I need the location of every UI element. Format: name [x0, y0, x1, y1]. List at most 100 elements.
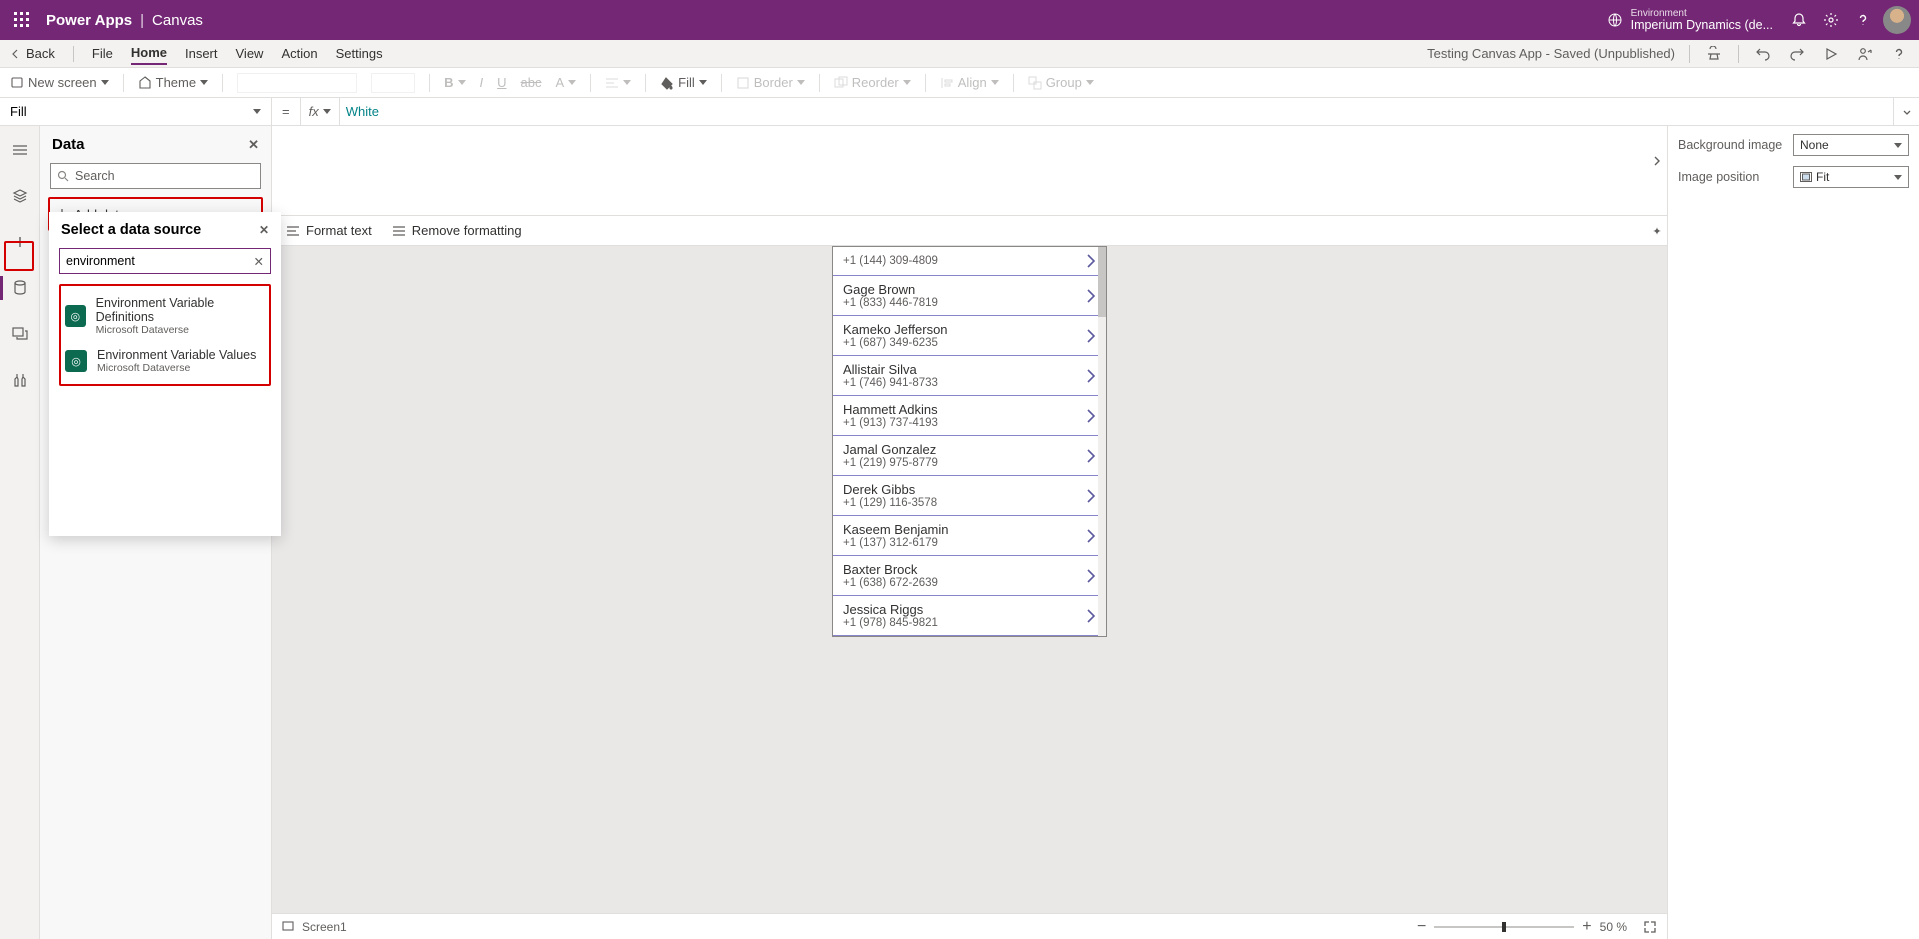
- contact-name: Baxter Brock: [843, 562, 1086, 577]
- formula-input[interactable]: White: [340, 98, 1893, 125]
- rail-tools-icon[interactable]: [6, 366, 34, 394]
- contact-row[interactable]: Jamal Gonzalez+1 (219) 975-8779: [833, 436, 1106, 476]
- contact-row[interactable]: Baxter Brock+1 (638) 672-2639: [833, 556, 1106, 596]
- rail-layers-icon[interactable]: [6, 182, 34, 210]
- chevron-right-icon: [1086, 288, 1096, 304]
- property-selector[interactable]: Fill: [0, 98, 272, 125]
- contact-row[interactable]: Gage Brown+1 (833) 446-7819: [833, 276, 1106, 316]
- chevron-right-icon: [1086, 328, 1096, 344]
- contact-name: Allistair Silva: [843, 362, 1086, 377]
- chevron-right-icon: [1086, 448, 1096, 464]
- app-launcher-icon[interactable]: [8, 6, 36, 34]
- chevron-right-icon: [1086, 408, 1096, 424]
- flyout-search-field[interactable]: [66, 254, 248, 268]
- undo-icon[interactable]: [1753, 44, 1773, 64]
- result-title: Environment Variable Values: [97, 348, 256, 362]
- prop-imgpos-value[interactable]: Fit: [1793, 166, 1909, 188]
- contact-phone: +1 (144) 309-4809: [843, 255, 1086, 267]
- screen-name[interactable]: Screen1: [302, 920, 347, 934]
- help2-icon[interactable]: [1889, 44, 1909, 64]
- rail-data-icon[interactable]: [6, 274, 34, 302]
- share-icon[interactable]: [1855, 44, 1875, 64]
- notifications-icon[interactable]: [1783, 4, 1815, 36]
- theme-button[interactable]: Theme: [138, 75, 208, 90]
- text-align-icon: [605, 77, 631, 89]
- contact-row[interactable]: +1 (144) 309-4809: [833, 247, 1106, 276]
- align-button: Align: [940, 75, 999, 90]
- contact-row[interactable]: Hammett Adkins+1 (913) 737-4193: [833, 396, 1106, 436]
- italic-icon: I: [480, 75, 484, 90]
- rail-tree-icon[interactable]: [6, 136, 34, 164]
- top-bar: Power Apps | Canvas Environment Imperium…: [0, 0, 1919, 40]
- contact-row[interactable]: Kaseem Benjamin+1 (137) 312-6179: [833, 516, 1106, 556]
- chevron-right-icon: [1086, 528, 1096, 544]
- flyout-search-clear-icon[interactable]: ✕: [254, 254, 264, 269]
- result-title: Environment Variable Definitions: [96, 296, 265, 324]
- zoom-in-icon[interactable]: +: [1582, 918, 1591, 936]
- menu-home[interactable]: Home: [131, 42, 167, 65]
- menu-file[interactable]: File: [92, 43, 113, 64]
- remove-formatting-label: Remove formatting: [412, 223, 522, 238]
- data-panel-close-icon[interactable]: ✕: [248, 137, 259, 153]
- fx-icon[interactable]: fx: [300, 98, 340, 125]
- environment-picker[interactable]: Environment Imperium Dynamics (de...: [1607, 8, 1773, 33]
- formula-result-panel: Format text Remove formatting: [272, 126, 1667, 246]
- app-checker-icon[interactable]: [1704, 44, 1724, 64]
- data-panel-title: Data: [52, 136, 85, 153]
- contact-row[interactable]: Allistair Silva+1 (746) 941-8733: [833, 356, 1106, 396]
- settings-icon[interactable]: [1815, 4, 1847, 36]
- brand-separator: |: [140, 12, 144, 29]
- data-search-input[interactable]: Search: [50, 163, 261, 189]
- flyout-search-input[interactable]: ✕: [59, 248, 271, 274]
- menu-insert[interactable]: Insert: [185, 43, 218, 64]
- formula-value: White: [346, 104, 379, 119]
- fill-label: Fill: [678, 75, 695, 90]
- bold-icon: B: [444, 75, 465, 90]
- datasource-result[interactable]: ◎ Environment Variable Definitions Micro…: [61, 290, 269, 342]
- equals-sign: =: [272, 104, 300, 119]
- scrollbar-thumb[interactable]: [1098, 247, 1106, 317]
- menu-action[interactable]: Action: [281, 43, 317, 64]
- contact-name: Kameko Jefferson: [843, 322, 1086, 337]
- canvas-footer: Screen1 − + 50 %: [272, 913, 1667, 939]
- menu-settings[interactable]: Settings: [336, 43, 383, 64]
- dataverse-icon: ◎: [65, 350, 87, 372]
- zoom-out-icon[interactable]: −: [1417, 918, 1426, 936]
- prop-bgimage-value[interactable]: None: [1793, 134, 1909, 156]
- font-input: [237, 73, 357, 93]
- rail-media-icon[interactable]: [6, 320, 34, 348]
- dataverse-icon: ◎: [65, 305, 86, 327]
- contact-phone: +1 (833) 446-7819: [843, 297, 1086, 309]
- format-text-button[interactable]: Format text: [286, 223, 372, 238]
- result-sub: Microsoft Dataverse: [97, 362, 256, 374]
- preview-icon[interactable]: [1821, 44, 1841, 64]
- flyout-close-icon[interactable]: ✕: [259, 223, 269, 237]
- remove-formatting-button[interactable]: Remove formatting: [392, 223, 522, 238]
- app-preview-frame[interactable]: +1 (144) 309-4809 Gage Brown+1 (833) 446-…: [832, 246, 1107, 637]
- contact-name: Derek Gibbs: [843, 482, 1086, 497]
- back-button[interactable]: Back: [10, 46, 55, 61]
- contact-row[interactable]: Jessica Riggs+1 (978) 845-9821: [833, 596, 1106, 636]
- fill-button[interactable]: Fill: [660, 75, 707, 90]
- contact-phone: +1 (913) 737-4193: [843, 417, 1086, 429]
- contact-name: Kaseem Benjamin: [843, 522, 1086, 537]
- fit-screen-icon[interactable]: [1643, 920, 1657, 934]
- formula-expand-icon[interactable]: [1893, 98, 1919, 125]
- border-label: Border: [754, 75, 793, 90]
- avatar[interactable]: [1883, 6, 1911, 34]
- new-screen-button[interactable]: New screen: [10, 75, 109, 90]
- contact-phone: +1 (746) 941-8733: [843, 377, 1086, 389]
- group-label: Group: [1046, 75, 1082, 90]
- result-sub: Microsoft Dataverse: [96, 324, 265, 336]
- redo-icon[interactable]: [1787, 44, 1807, 64]
- chevron-right-icon: [1086, 568, 1096, 584]
- collapse-formula-panel-icon[interactable]: [1647, 146, 1667, 176]
- contact-row[interactable]: Derek Gibbs+1 (129) 116-3578: [833, 476, 1106, 516]
- menu-view[interactable]: View: [236, 43, 264, 64]
- canvas-wrap: Format text Remove formatting ✦ +1 (144)…: [272, 126, 1667, 939]
- datasource-result[interactable]: ◎ Environment Variable Values Microsoft …: [61, 342, 269, 380]
- help-icon[interactable]: [1847, 4, 1879, 36]
- ideas-icon[interactable]: ✦: [1647, 219, 1667, 243]
- contact-row[interactable]: Kameko Jefferson+1 (687) 349-6235: [833, 316, 1106, 356]
- zoom-slider[interactable]: [1434, 926, 1574, 928]
